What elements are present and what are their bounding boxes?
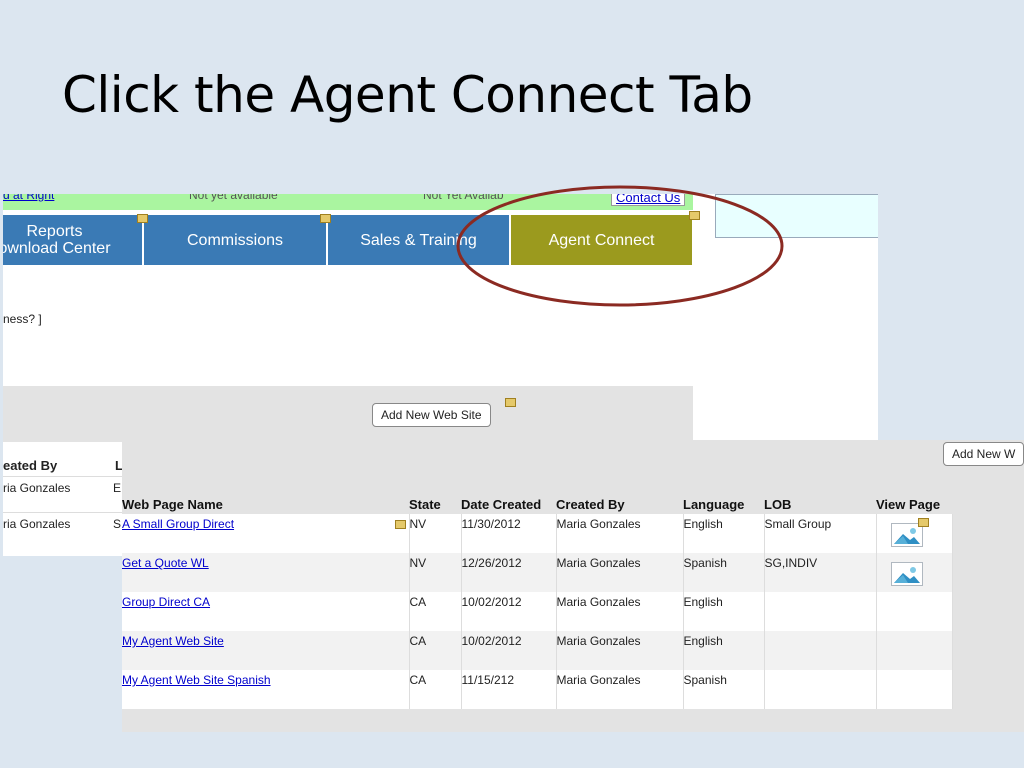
info-strip: d at Right Not yet available Not Yet Ava… — [3, 194, 693, 210]
note-icon — [137, 214, 148, 223]
web-pages-table: Web Page Name State Date Created Created… — [122, 478, 953, 709]
web-page-link[interactable]: A Small Group Direct — [122, 517, 234, 531]
cell-date: 10/02/2012 — [460, 631, 556, 670]
cell-view-page — [875, 631, 953, 670]
note-icon — [918, 518, 929, 527]
web-page-link[interactable]: My Agent Web Site — [122, 634, 224, 648]
cell-date: 10/02/2012 — [460, 592, 556, 631]
web-page-link[interactable]: Group Direct CA — [122, 595, 210, 609]
cell-state: CA — [408, 592, 461, 631]
cell-language: English — [682, 592, 764, 631]
column-header-web-page-name: Web Page Name — [122, 478, 409, 514]
table-row: Get a Quote WL NV 12/26/2012 Maria Gonzales… — [122, 553, 953, 592]
note-icon — [395, 520, 406, 529]
portal-screenshot-front: Add New W Web Page Name State Date Creat… — [122, 440, 1024, 732]
cell-view-page — [875, 670, 953, 709]
tab-commissions[interactable]: Commissions — [144, 215, 327, 265]
table-row: Group Direct CA CA 10/02/2012 Maria Gonzale… — [122, 592, 953, 631]
slide-title: Click the Agent Connect Tab — [62, 66, 753, 124]
note-icon — [320, 214, 331, 223]
cell-date: 11/15/212 — [460, 670, 556, 709]
side-panel — [715, 194, 878, 238]
cell-view-page — [875, 514, 953, 553]
toolbar-band — [3, 386, 693, 442]
cell-date: 12/26/2012 — [460, 553, 556, 592]
cell-language: S — [113, 517, 122, 531]
cell-lob — [763, 631, 876, 670]
cell-language: English — [682, 631, 764, 670]
cell-language: Spanish — [682, 670, 764, 709]
main-nav: Reports ownload Center Commissions Sales … — [3, 211, 700, 265]
cell-created-by: Maria Gonzales — [555, 592, 683, 631]
tab-agent-connect[interactable]: Agent Connect — [511, 215, 693, 265]
cell-created-by: Maria Gonzales — [555, 514, 683, 553]
column-header-created-by: eated By — [3, 458, 58, 473]
cell-language: English — [682, 514, 764, 553]
image-icon[interactable] — [890, 562, 923, 586]
cell-lob: Small Group — [763, 514, 876, 553]
cell-created-by: Maria Gonzales — [555, 553, 683, 592]
column-header-date-created: Date Created — [461, 478, 556, 514]
note-icon — [689, 211, 700, 220]
cell-lob — [763, 592, 876, 631]
cell-web-page-name: My Agent Web Site — [122, 631, 409, 670]
cell-state: NV — [408, 514, 461, 553]
column-header-state: State — [409, 478, 461, 514]
cell-created-by: Maria Gonzales — [555, 631, 683, 670]
cell-language: Spanish — [682, 553, 764, 592]
cell-state: CA — [408, 670, 461, 709]
business-text: ness? ] — [3, 312, 42, 326]
column-header-lob: LOB — [764, 478, 876, 514]
table-row: ria Gonzales S — [3, 512, 123, 551]
add-new-web-site-button[interactable]: Add New Web Site — [372, 403, 491, 427]
cell-language: E — [113, 481, 122, 495]
tab-reports-label-2: ownload Center — [3, 240, 111, 257]
tab-sales-label: Sales & Training — [360, 231, 477, 249]
cell-created-by: ria Gonzales — [3, 481, 71, 495]
column-header-view-page: View Page — [876, 478, 952, 514]
cell-created-by: ria Gonzales — [3, 517, 71, 531]
contact-us-link[interactable]: Contact Us — [611, 194, 686, 206]
cell-lob: SG,INDIV — [763, 553, 876, 592]
table-row: ria Gonzales E — [3, 476, 123, 515]
web-page-link[interactable]: My Agent Web Site Spanish — [122, 673, 271, 687]
cell-web-page-name: Group Direct CA — [122, 592, 409, 631]
strip-left-link[interactable]: d at Right — [3, 194, 54, 202]
cell-web-page-name: A Small Group Direct — [122, 514, 409, 553]
tab-reports-label: Reports — [26, 223, 83, 240]
cell-created-by: Maria Gonzales — [555, 670, 683, 709]
web-page-link[interactable]: Get a Quote WL — [122, 556, 209, 570]
tab-agent-label: Agent Connect — [548, 231, 655, 249]
note-icon — [505, 398, 516, 407]
cell-state: NV — [408, 553, 461, 592]
cell-web-page-name: My Agent Web Site Spanish — [122, 670, 409, 709]
table-row: My Agent Web Site Spanish CA 11/15/212 Mari… — [122, 670, 953, 709]
column-header-created-by: Created By — [556, 478, 683, 514]
tab-sales-training[interactable]: Sales & Training — [328, 215, 510, 265]
tab-commissions-label: Commissions — [186, 231, 283, 249]
cell-view-page — [875, 592, 953, 631]
cell-state: CA — [408, 631, 461, 670]
table-row: My Agent Web Site CA 10/02/2012 Maria Gonza… — [122, 631, 953, 670]
column-header-language: Language — [683, 478, 764, 514]
add-new-web-site-button-front[interactable]: Add New W — [943, 442, 1024, 466]
cell-lob — [763, 670, 876, 709]
cell-web-page-name: Get a Quote WL — [122, 553, 409, 592]
cell-view-page — [875, 553, 953, 592]
cell-date: 11/30/2012 — [460, 514, 556, 553]
table-row: A Small Group Direct NV 11/30/2012 Maria Go… — [122, 514, 953, 553]
tab-reports-download-center[interactable]: Reports ownload Center — [3, 215, 143, 265]
strip-status-1: Not yet available — [189, 194, 278, 202]
strip-status-2: Not Yet Availab — [423, 194, 504, 202]
